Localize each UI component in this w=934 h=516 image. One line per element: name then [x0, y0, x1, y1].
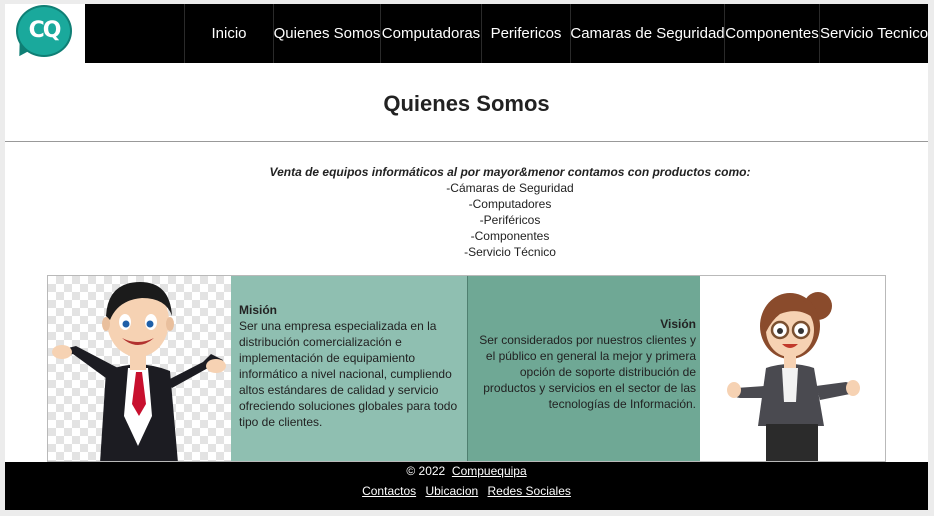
product-item: -Componentes	[470, 229, 550, 243]
intro-text: Venta de equipos informáticos al por may…	[5, 164, 928, 260]
copyright: © 2022 Compuequipa	[5, 464, 928, 478]
intro-lead: Venta de equipos informáticos al por may…	[269, 165, 751, 179]
businessman-illustration	[48, 276, 231, 461]
vision-panel: Visión Ser considerados por nuestros cli…	[467, 276, 700, 461]
copyright-text: © 2022	[406, 464, 446, 478]
logo[interactable]: CQ	[5, 4, 85, 63]
mision-text: Ser una empresa especializada en la dist…	[239, 319, 458, 429]
mission-vision-section: Misión Ser una empresa especializada en …	[47, 275, 886, 462]
nav-item-perifericos[interactable]: Perifericos	[482, 4, 571, 63]
mision-heading: Misión	[239, 303, 277, 317]
vision-text: Ser considerados por nuestros clientes y…	[479, 333, 696, 411]
logo-text: CQ	[28, 18, 62, 43]
footer: © 2022 Compuequipa Contactos Ubicacion R…	[5, 462, 928, 510]
divider	[5, 141, 928, 142]
footer-link-contactos[interactable]: Contactos	[362, 484, 416, 498]
footer-link-ubicacion[interactable]: Ubicacion	[425, 484, 478, 498]
footer-links: Contactos Ubicacion Redes Sociales	[5, 484, 928, 498]
product-item: -Cámaras de Seguridad	[446, 181, 574, 195]
main-navbar: Inicio Quienes Somos Computadoras Perife…	[85, 4, 928, 63]
footer-link-redes-sociales[interactable]: Redes Sociales	[488, 484, 571, 498]
product-item: -Computadores	[468, 197, 552, 211]
product-item: -Periféricos	[479, 213, 541, 227]
nav-item-inicio[interactable]: Inicio	[185, 4, 274, 63]
nav-item-servicio-tecnico[interactable]: Servicio Tecnico	[820, 4, 928, 63]
mision-panel: Misión Ser una empresa especializada en …	[231, 276, 467, 461]
vision-heading: Visión	[660, 317, 696, 331]
nav-item-componentes[interactable]: Componentes	[725, 4, 820, 63]
businesswoman-illustration	[700, 276, 885, 461]
footer-brand-link[interactable]: Compuequipa	[452, 464, 527, 478]
nav-spacer	[85, 4, 185, 63]
product-item: -Servicio Técnico	[464, 245, 556, 259]
nav-item-quienes-somos[interactable]: Quienes Somos	[274, 4, 381, 63]
nav-item-computadoras[interactable]: Computadoras	[381, 4, 482, 63]
page-title: Quienes Somos	[383, 91, 550, 116]
nav-item-camaras[interactable]: Camaras de Seguridad	[570, 4, 725, 63]
page-frame: CQ Inicio Quienes Somos Computadoras Per…	[5, 4, 928, 510]
